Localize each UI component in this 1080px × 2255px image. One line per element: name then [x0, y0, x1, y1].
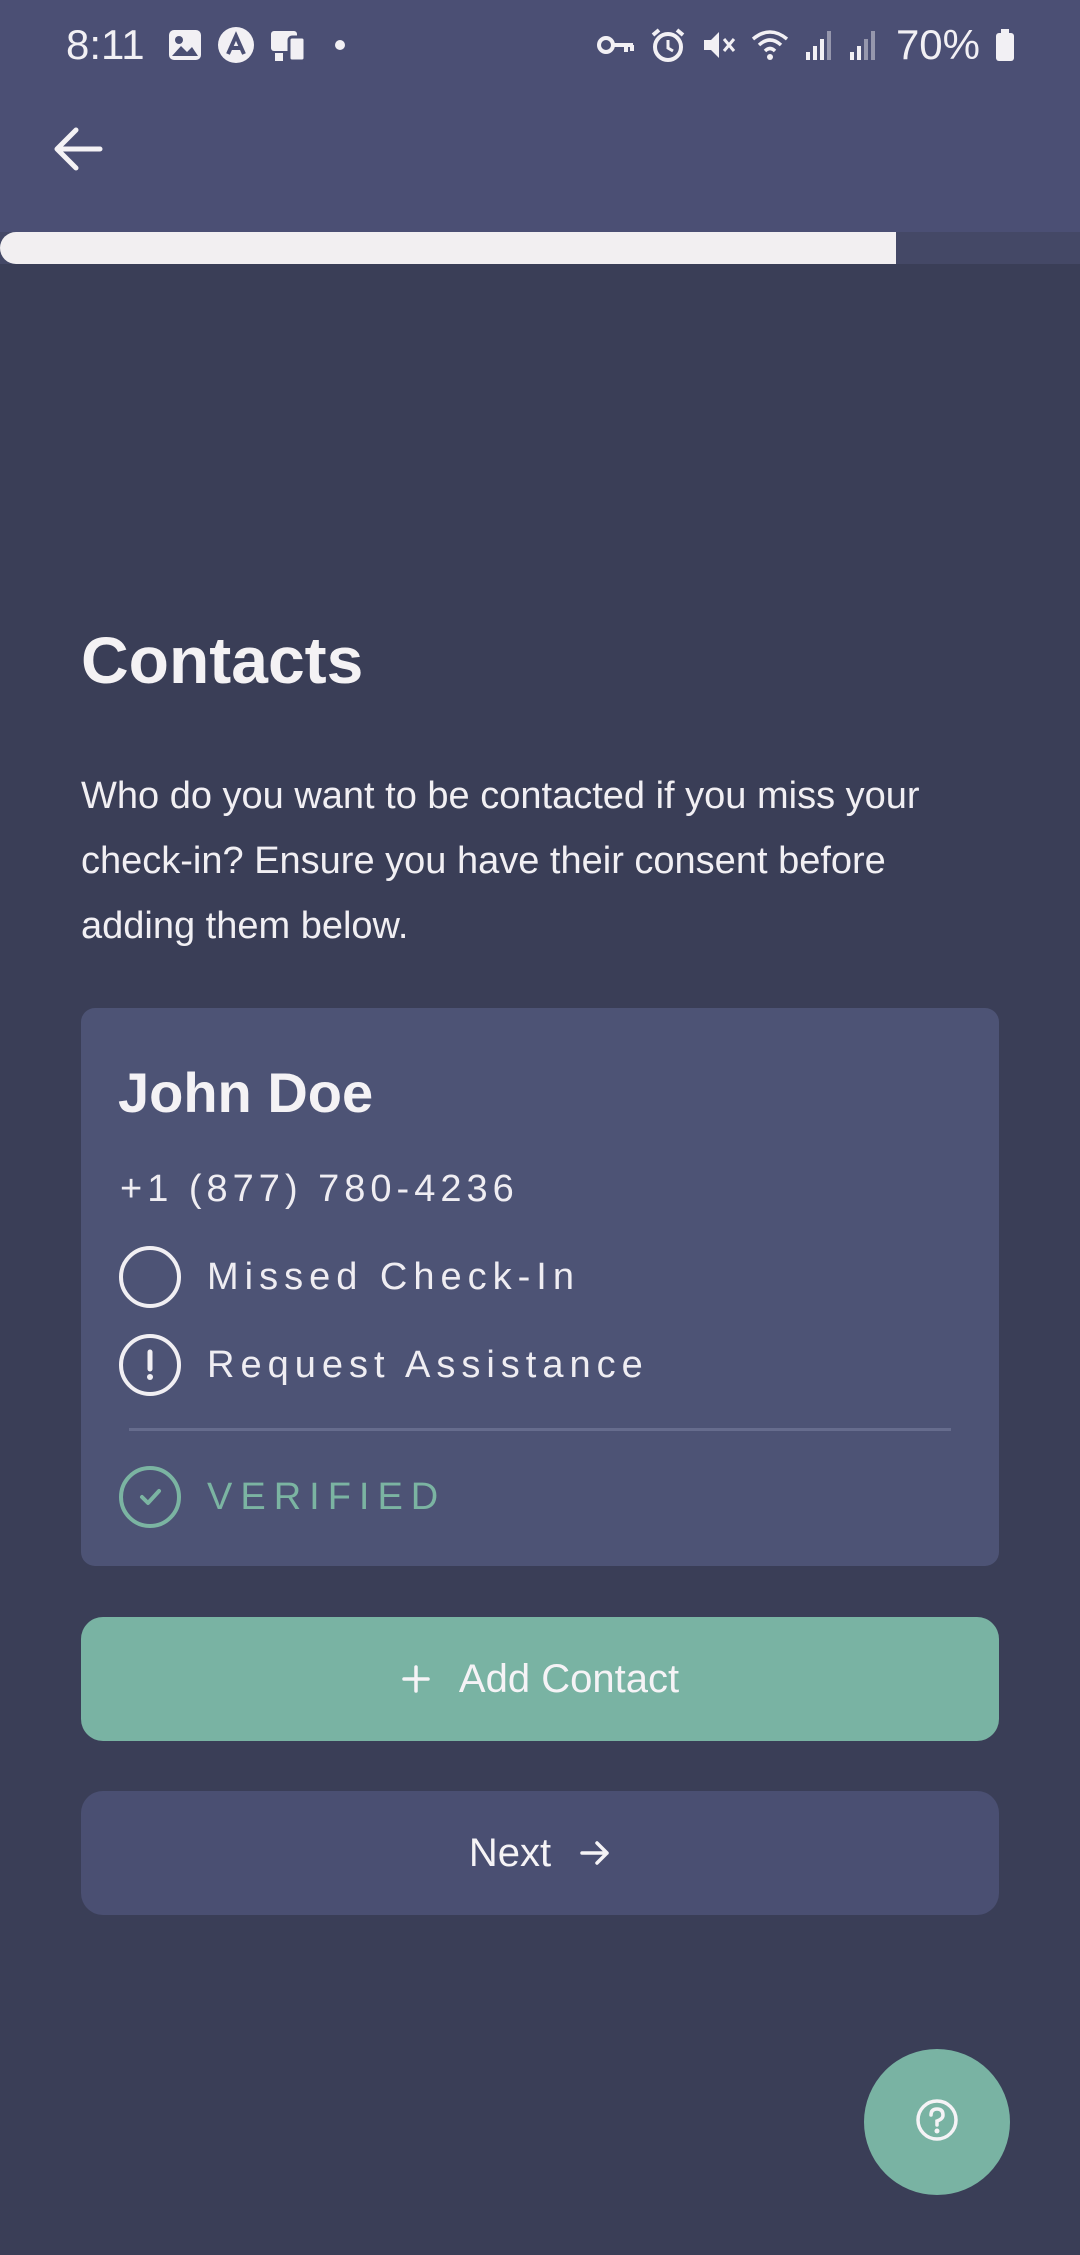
alarm-icon: [650, 27, 686, 63]
option-missed-check-in[interactable]: Missed Check-In: [119, 1246, 580, 1308]
option-request-assistance[interactable]: Request Assistance: [119, 1334, 649, 1396]
wifi-icon: [750, 27, 790, 63]
verification-status: VERIFIED: [119, 1466, 446, 1528]
next-button[interactable]: Next: [81, 1791, 999, 1915]
progress-bar: [0, 232, 1080, 264]
page-title: Contacts: [81, 623, 364, 697]
plus-icon: [401, 1664, 431, 1694]
add-contact-label: Add Contact: [458, 1656, 680, 1701]
add-contact-button[interactable]: Add Contact: [81, 1617, 999, 1741]
mute-icon: [700, 27, 736, 63]
battery-icon: [994, 28, 1016, 62]
option-label: Missed Check-In: [207, 1255, 580, 1298]
gallery-icon: [167, 27, 203, 63]
arrow-left-icon: [52, 122, 106, 181]
signal-icon: [804, 28, 834, 62]
option-label: Request Assistance: [207, 1343, 649, 1386]
status-bar: 8:11 70%: [0, 0, 1080, 90]
contact-name: John Doe: [118, 1061, 374, 1124]
page-description: Who do you want to be contacted if you m…: [81, 775, 920, 947]
help-circle-icon: [915, 2098, 959, 2147]
check-circle-icon: [119, 1466, 181, 1528]
circle-icon: [119, 1246, 181, 1308]
app-header: 8:11 70%: [0, 0, 1080, 232]
card-divider: [129, 1428, 951, 1431]
arrow-right-icon: [579, 1838, 611, 1868]
contact-card[interactable]: John Doe +1 (877) 780-4236 Missed Check-…: [81, 1008, 999, 1566]
progress-fill: [0, 232, 897, 264]
contact-phone: +1 (877) 780-4236: [120, 1168, 519, 1210]
verified-label: VERIFIED: [207, 1475, 447, 1518]
help-button[interactable]: [864, 2049, 1010, 2195]
battery-percent: 70%: [895, 21, 980, 68]
notification-dot-icon: [334, 40, 345, 50]
signal-icon-2: [848, 28, 878, 62]
devices-icon: [269, 27, 309, 63]
key-icon: [596, 30, 636, 60]
a-badge-icon: [217, 26, 255, 64]
back-button[interactable]: [46, 118, 112, 184]
alert-circle-icon: [119, 1334, 181, 1396]
status-time: 8:11: [66, 21, 145, 68]
next-label: Next: [468, 1830, 552, 1875]
